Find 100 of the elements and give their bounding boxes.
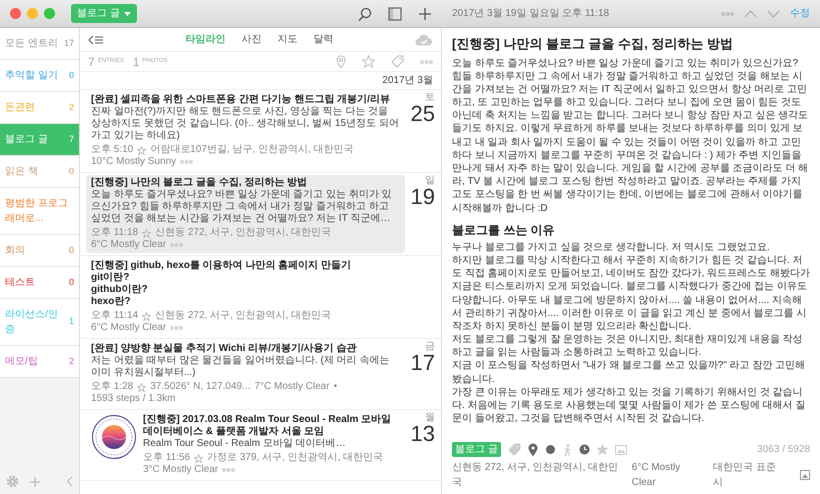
category-label: 메모/팁 bbox=[5, 355, 38, 369]
entry-time: 오후 1:28 bbox=[91, 381, 134, 393]
sidebar-item[interactable]: 읽은 책 0 bbox=[0, 156, 79, 188]
entry-heading: [진행중] 나만의 블로그 글을 수집, 정리하는 방법 bbox=[452, 35, 734, 53]
entries-count: 7 bbox=[88, 54, 95, 70]
edit-link[interactable]: 수정 bbox=[790, 6, 810, 21]
body-paragraph: 하지만 블로그를 막상 시작한다고 해서 꾸준히 지속하기가 힘든 것 같습니다. 저도 직접 홈페이지로도 만들어보고, 네이버도 잠깐 갔다가, 워드프레스도 해봤다가 지금은 티스토리까지 오게 되었습니다. 블로그를 시작했다가 중간에 접는 이유도 다양합니다. 아무도 내 블로그에 방문하지 않아서.... 쓸 내용이 없어서.... 지속해서 관리하기 귀찮아서.... 이러한 이유로 이 글을 읽고 계신 분 중에서 블로그를 시작조차 하지 못하신 분들이 분명 있으리라 확신합니다. bbox=[452, 254, 810, 334]
category-count: 2 bbox=[68, 100, 74, 114]
close-button[interactable] bbox=[10, 8, 21, 19]
more-icon[interactable] bbox=[420, 60, 433, 64]
entry-excerpt: 저는 어렸을 때부터 많은 물건들을 잃어버렸습니다. (제 머리 속에는 이미 유치원시절부터...) bbox=[91, 355, 390, 379]
sidebar-item[interactable]: 테스트 0 bbox=[0, 267, 79, 299]
sidebar-item[interactable]: 모든 엔트리 17 bbox=[0, 28, 79, 60]
entry-card[interactable]: [완료] 양방향 분실물 추적기 Wichi 리뷰/개봉기/사용기 습관 저는 어렸을 때부터 많은 물건들을 잃어버렸습니다. (제 머리 속에는 이미 유치원시절부터...) 오후 1:28 37.5026° N, 127.049... 7°C Mostly Clear • 1593 steps / 1.3km bbox=[86, 341, 405, 407]
entry-meta: • bbox=[334, 381, 338, 393]
more-icon[interactable] bbox=[721, 12, 734, 16]
entry-time: 오후 5:10 bbox=[91, 144, 134, 156]
sunset-badge-drawing bbox=[91, 414, 137, 460]
view-tab[interactable]: 달력 bbox=[306, 32, 342, 47]
star-icon bbox=[137, 382, 146, 392]
entry-card[interactable]: [진행중] 나만의 블로그 글을 수집, 정리하는 방법 오늘 하루도 즐거우셨나요? 바쁜 일상 가운데 즐기고 있는 취미가 있으신가요? 힘들 하루하루지만 그 속에서 내가 정말 즐거워하고 하고 싶었던 것을 해보는 시간을 가져보는 건 어떨까요? 저는 IT 직군에… 오후 11:18 신현동 272, 서구, 인천광역시, 대한민국 6°C Mostly Clear bbox=[86, 175, 405, 253]
gear-icon[interactable] bbox=[6, 475, 19, 488]
entry-time: 오후 11:14 bbox=[91, 310, 138, 322]
entry-excerpt: 진짜 얼마전(?)까지만 해도 핸드폰으로 사진, 영상을 찍는 다는 것을 상상하지도 못했던 것 같습니다. (아.. 생각해보니, 벌써 15년정도 되어가고 있기는 하네요) bbox=[91, 106, 400, 142]
entry-excerpt: Realm Tour Seoul - Realm 모바일 데이터베… bbox=[143, 438, 347, 450]
star-icon bbox=[137, 146, 146, 154]
body-paragraph: 지금 이 포스팅을 작성하면서 "내가 왜 블로그를 쓰고 있을까?" 라고 잠깐 고민해봤습니다. bbox=[452, 359, 806, 386]
view-tab[interactable]: 타임라인 bbox=[178, 32, 234, 47]
category-count: 17 bbox=[64, 36, 74, 50]
sidebar-item[interactable]: 회의 0 bbox=[0, 235, 79, 267]
pin-icon[interactable] bbox=[528, 443, 538, 456]
notebook-dropdown[interactable]: 블로그 글 bbox=[71, 4, 137, 23]
entry-card[interactable]: [완료] 셀피족을 위한 스마트폰용 간편 다기능 핸드그립 개봉기/리뷰 진짜 얼마전(?)까지만 해도 핸드폰으로 사진, 영상을 찍는 다는 것을 상상하지도 못했던 것 같습니다. (아.. 생각해보니, 벌써 15년정도 되어가고 있기는 하네요) 오후 5:10 어람대로107번길, 남구, 인천광역시, 대한민국 10°C Mostly Sunny bbox=[86, 92, 405, 170]
entry-meta: 대한민국 표준시 bbox=[713, 461, 777, 490]
entry-title: [완료] 양방향 분실물 추적기 Wichi 리뷰/개봉기/사용기 습관 bbox=[91, 343, 358, 355]
star-icon bbox=[142, 312, 152, 320]
weekday-label: 금 bbox=[424, 341, 435, 352]
image-icon[interactable] bbox=[614, 444, 627, 454]
body-paragraph: 누구나 블로그를 가지고 싶을 것으로 생각합니다. 저 역시도 그랬었고요. bbox=[452, 240, 771, 254]
map-icon[interactable] bbox=[800, 470, 810, 480]
day-number: 25 bbox=[410, 103, 435, 125]
cloud-sync-icon bbox=[415, 34, 433, 46]
entry-meta: 1593 steps / 1.3km bbox=[91, 393, 176, 405]
minimize-button[interactable] bbox=[27, 8, 38, 19]
entry-meta: 10°C Mostly Sunny bbox=[91, 156, 176, 168]
sidebar-item[interactable]: 메모/팁 2 bbox=[0, 346, 79, 378]
entry-meta: 7°C Mostly Clear bbox=[254, 381, 330, 393]
more-icon[interactable] bbox=[170, 326, 184, 330]
more-icon[interactable] bbox=[180, 160, 194, 164]
sidebar-item[interactable]: 평범한 프로그래머로... bbox=[0, 188, 79, 235]
category-label: 돈관련 bbox=[5, 101, 35, 115]
zoom-button[interactable] bbox=[44, 8, 55, 19]
chevron-down-icon[interactable] bbox=[767, 10, 780, 18]
body-paragraph: 오늘 하루도 즐거우셨나요? 바쁜 일상 가운데 즐기고 있는 취미가 있으신가요? 힘들 하루하루지만 그 속에서 내가 정말 즐거워하고 하고 싶었던 것을 해보는 시간을 가져보는 건 어떨까요? 저는 IT 직군에서 일하고 있으면서 항상 머리로 고민하고, 또 고민하는 업무를 하고 있습니다. 그러다 보니 집에 오면 몸이 힘든 것도 아닌데 축 처지는 느낌을 받고는 합니다. 그러다 보니 항상 잠만 자고 싶은 생각도 들기도 하지요. 이렇게 무료하게 하루를 보내는 것보다 하루하루를 의미 있게 보내고 내 일과 회사 일까지 도움이 될 수 있는 것들이 어떤 것이 있을까 하고 고민하다 보니 지금까지 블로그를 꾸준히 꾸며온 것 같습니다 : ) 제가 주변 지인들을 만나게 돼서 자주 하는 말이 있습니다. 게임을 할 시간에 공부를 조금이라도 더 해라, TV 볼 시간에 블로그 포스팅 한번 작성하라고 말이죠. 공부라는 주제를 가지고도 포스팅을 한 번 써볼 생각이기는 한데, 이번에는 블로그에 관해서 이야기를 시작해볼까 합니다 :D bbox=[452, 56, 810, 215]
tag-icon[interactable] bbox=[391, 55, 404, 68]
view-tab[interactable]: 사진 bbox=[234, 32, 270, 47]
sidebar-item[interactable]: 블로그 글 7 bbox=[0, 124, 79, 156]
character-count: 3063 / 5928 bbox=[757, 443, 810, 457]
entry-meta: 신현동 272, 서구, 인천광역시, 대한민국 bbox=[155, 310, 332, 322]
sidebar-item[interactable]: 돈관련 2 bbox=[0, 92, 79, 124]
category-count: 0 bbox=[68, 276, 74, 289]
more-icon[interactable] bbox=[170, 243, 184, 247]
month-header: 2017년 3월 bbox=[80, 72, 441, 90]
sidebar-toggle-icon[interactable] bbox=[388, 6, 402, 20]
category-label: 읽은 책 bbox=[5, 165, 38, 179]
star-icon[interactable] bbox=[596, 444, 608, 455]
entry-time: 오후 11:56 bbox=[143, 452, 190, 464]
plus-icon[interactable] bbox=[418, 6, 432, 20]
category-label: 회의 bbox=[5, 244, 25, 258]
chevron-left-icon[interactable] bbox=[66, 476, 73, 487]
weekday-label: 토 bbox=[424, 92, 435, 103]
category-count: 7 bbox=[68, 132, 74, 146]
sidebar-item[interactable]: 추억할 일기 0 bbox=[0, 60, 79, 92]
chevron-up-icon[interactable] bbox=[744, 10, 757, 18]
category-count: 1 bbox=[68, 315, 74, 328]
entry-meta: 어람대로107번길, 남구, 인천광역시, 대한민국 bbox=[150, 144, 354, 156]
view-tab[interactable]: 지도 bbox=[270, 32, 306, 47]
search-icon[interactable] bbox=[358, 6, 372, 20]
weekday-label: 일 bbox=[424, 175, 435, 186]
sidebar-item[interactable]: 라이선스/인증 1 bbox=[0, 299, 79, 346]
entry-meta: 신현동 272, 서구, 인천광역시, 대한민국 bbox=[155, 227, 332, 239]
clock-icon[interactable] bbox=[578, 444, 590, 455]
tag-icon[interactable] bbox=[508, 443, 521, 456]
category-count: 2 bbox=[68, 354, 74, 368]
more-icon[interactable] bbox=[222, 468, 236, 472]
entry-meta: 가정로 379, 서구, 인천광역시, 대한민국 bbox=[207, 452, 384, 464]
entry-card[interactable]: [진행중] github, hexo를 이용하여 나만의 홈페이지 만들기 git이란? github이란? hexo란? 오후 11:14 신현동 272, 서구, 인천광역시, 대한민국 6°C Mostly Clear bbox=[86, 258, 405, 336]
entry-meta: 신현동 272, 서구, 인천광역시, 대한민국 bbox=[452, 461, 620, 490]
entry-excerpt: 오늘 하루도 즐거우셨나요? 바쁜 일상 가운데 즐기고 있는 취미가 있으신가요? 힘들 하루하루지만 그 속에서 내가 정말 즐거워하고 하고 싶었던 것을 해보는 시간을 가져보는 건 어떨까요? 저는 IT 직군에… bbox=[91, 189, 393, 225]
entry-excerpt: hexo란? bbox=[91, 296, 132, 308]
category-label: 블로그 글 bbox=[5, 133, 48, 147]
entry-card[interactable]: [진행중] 2017.03.08 Realm Tour Seoul - Realm 모바일 데이터베이스 & 플랫폼 개발자 서울 모임 Realm Tour Seoul - Realm 모바일 데이터베… 오후 11:56 가정로 379, 서구, 인천광역시, 대한민국 3°C Mostly Clear bbox=[86, 412, 405, 478]
entry-title: [완료] 셀피족을 위한 스마트폰용 간편 다기능 핸드그립 개봉기/리뷰 bbox=[91, 94, 391, 106]
tag-label[interactable]: 블로그 글 bbox=[452, 442, 501, 457]
category-label: 평범한 프로그래머로... bbox=[5, 197, 69, 226]
walking-icon[interactable] bbox=[562, 444, 572, 456]
dot-icon[interactable] bbox=[544, 444, 556, 455]
entry-title: [진행중] github, hexo를 이용하여 나만의 홈페이지 만들기 bbox=[91, 260, 352, 272]
star-icon[interactable] bbox=[362, 55, 375, 68]
collapse-menu-icon[interactable] bbox=[88, 34, 104, 44]
